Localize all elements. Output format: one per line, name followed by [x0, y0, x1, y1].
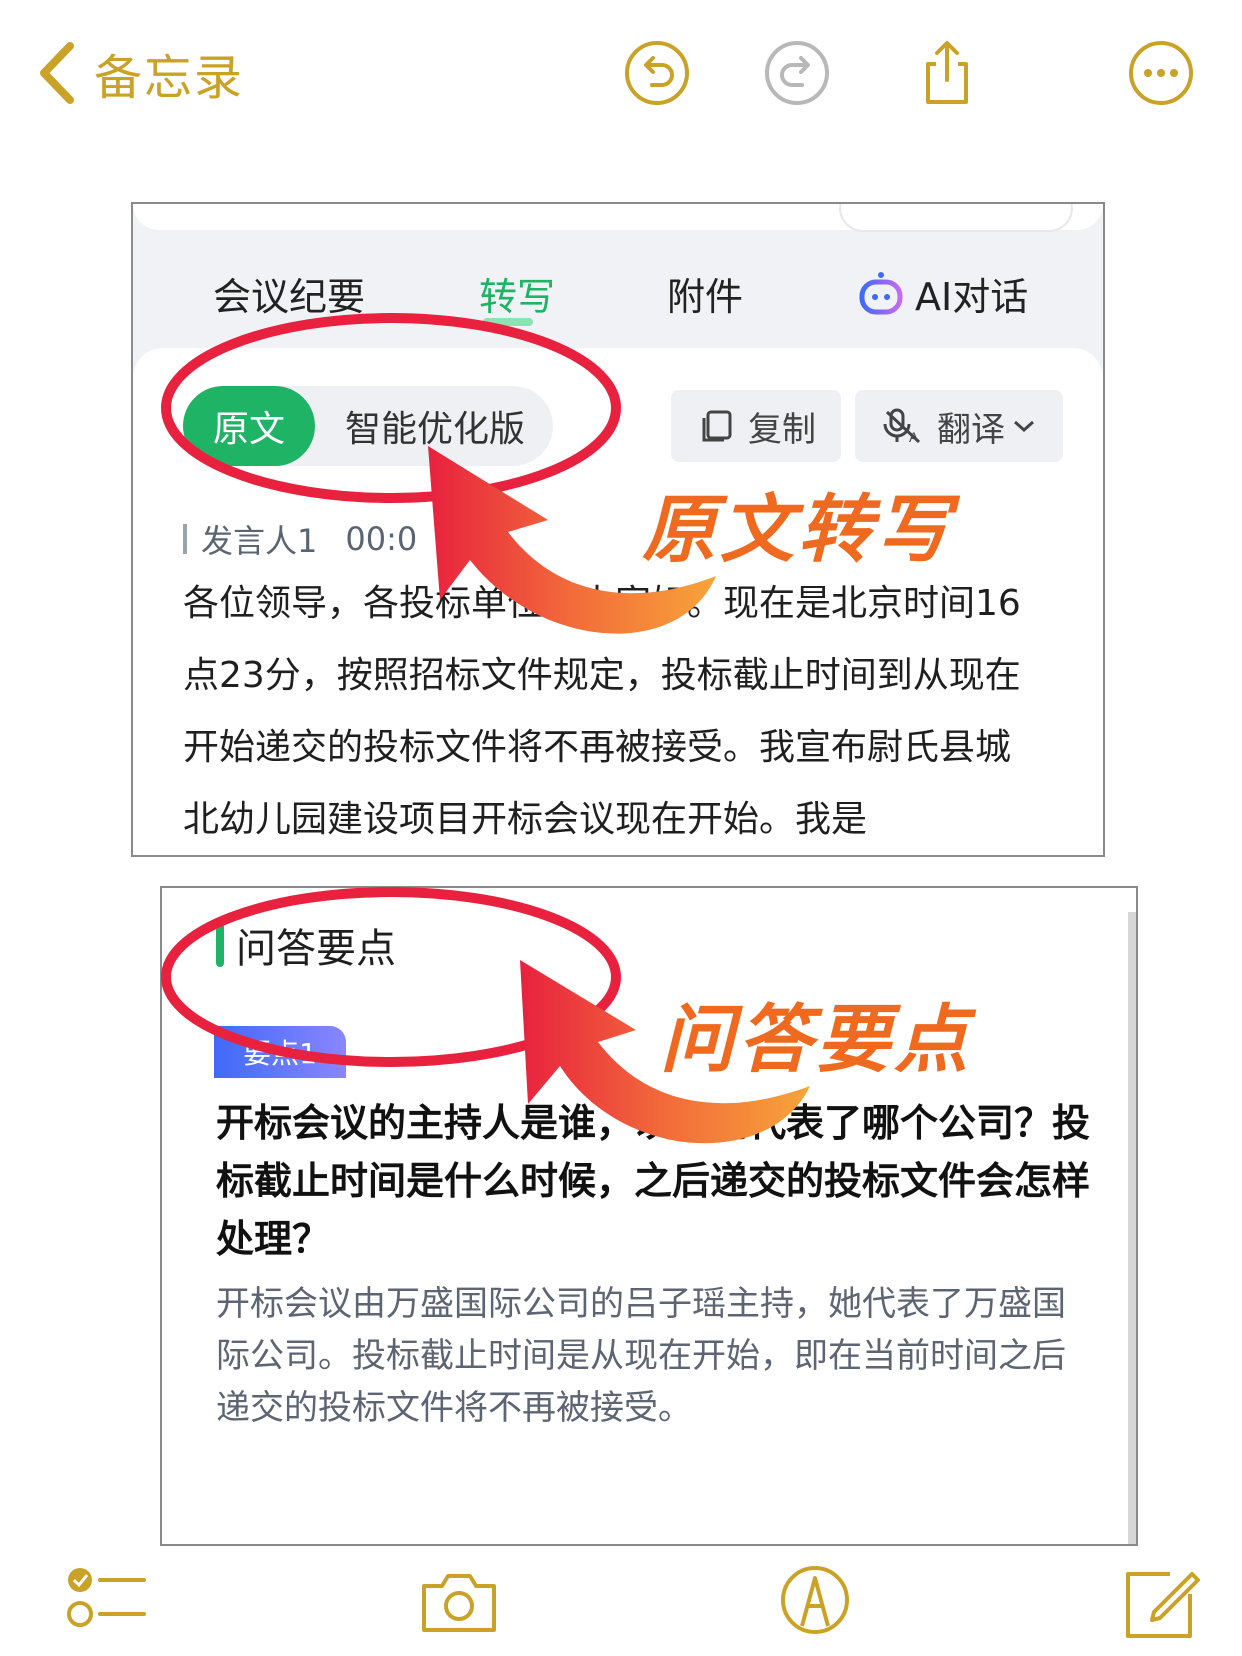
share-icon: [926, 41, 968, 104]
camera-icon: [422, 1574, 496, 1632]
navigation-bar: 备忘录: [0, 0, 1242, 150]
redo-icon: [765, 41, 829, 105]
transcript-screenshot: 会议纪要 转写 附件 AI对话 原文 智能优化版 复制 A 翻译 发言人1 00…: [131, 202, 1105, 857]
tab-transcription[interactable]: 转写: [479, 266, 555, 321]
segment-original[interactable]: 原文: [183, 386, 315, 466]
qa-section-header: 问答要点: [216, 916, 396, 974]
robot-icon: [859, 271, 903, 314]
more-button[interactable]: [1126, 38, 1196, 108]
segment-optimized[interactable]: 智能优化版: [345, 386, 525, 466]
tab-bar: 会议纪要 转写 附件 AI对话: [133, 256, 1103, 336]
compose-button[interactable]: [1114, 1560, 1204, 1650]
translate-button[interactable]: A 翻译: [855, 390, 1063, 462]
copy-icon: [702, 410, 732, 442]
speaker-header: 发言人1 00:0: [183, 516, 417, 562]
top-pill: [839, 204, 1073, 232]
back-label: 备忘录: [94, 50, 245, 106]
scrollbar[interactable]: [1128, 912, 1136, 1544]
markup-button[interactable]: [770, 1560, 860, 1650]
share-button[interactable]: [912, 38, 982, 108]
qa-section-title: 问答要点: [236, 926, 396, 972]
undo-button[interactable]: [622, 38, 692, 108]
chevron-left-icon: [40, 42, 74, 104]
checklist-button[interactable]: [62, 1560, 152, 1650]
chevron-down-icon: [1014, 420, 1034, 433]
transcript-card: 原文 智能优化版 复制 A 翻译 发言人1 00:0 各位领导，各投标单位，大家…: [133, 348, 1103, 855]
back-button[interactable]: 备忘录: [34, 38, 244, 108]
tab-attachments[interactable]: 附件: [667, 266, 743, 321]
key-point-badge: 要点1: [214, 1026, 346, 1078]
qa-answer: 开标会议由万盛国际公司的吕子瑶主持，她代表了万盛国际公司。投标截止时间是从现在开…: [216, 1284, 1066, 1428]
active-tab-indicator: [483, 318, 533, 326]
qa-screenshot: 问答要点 要点1 开标会议的主持人是谁，以及他代表了哪个公司？投标截止时间是什么…: [160, 886, 1138, 1546]
tab-ai-chat-label: AI对话: [915, 275, 1029, 319]
bottom-toolbar: [0, 1560, 1242, 1656]
redo-button[interactable]: [762, 38, 832, 108]
tab-meeting-summary[interactable]: 会议纪要: [213, 266, 365, 321]
undo-icon: [625, 41, 689, 105]
annotation-label-qa: 问答要点: [660, 997, 972, 1083]
speaker-name: 发言人1: [201, 522, 318, 560]
checklist-icon: [67, 1568, 146, 1627]
more-icon: [1129, 41, 1193, 105]
copy-button[interactable]: 复制: [671, 390, 841, 462]
translate-label: 翻译: [937, 409, 1005, 450]
speaker-timestamp: 00:0: [345, 520, 418, 558]
section-marker: [216, 923, 224, 967]
camera-button[interactable]: [414, 1560, 504, 1650]
view-segmented-control: 原文 智能优化版: [183, 386, 553, 466]
copy-label: 复制: [748, 409, 816, 450]
tab-ai-chat[interactable]: AI对话: [857, 266, 1028, 321]
svg-text:A: A: [909, 429, 919, 445]
annotation-label-transcription: 原文转写: [642, 487, 954, 573]
qa-question: 开标会议的主持人是谁，以及他代表了哪个公司？投标截止时间是什么时候，之后递交的投…: [216, 1101, 1091, 1261]
compose-icon: [1126, 1572, 1200, 1638]
speaker-marker: [183, 524, 187, 554]
transcript-text: 各位领导，各投标单位，大家好。现在是北京时间16点23分，按照招标文件规定，投标…: [183, 583, 1021, 840]
translate-mic-icon: A: [883, 408, 921, 445]
markup-icon: [781, 1566, 849, 1634]
